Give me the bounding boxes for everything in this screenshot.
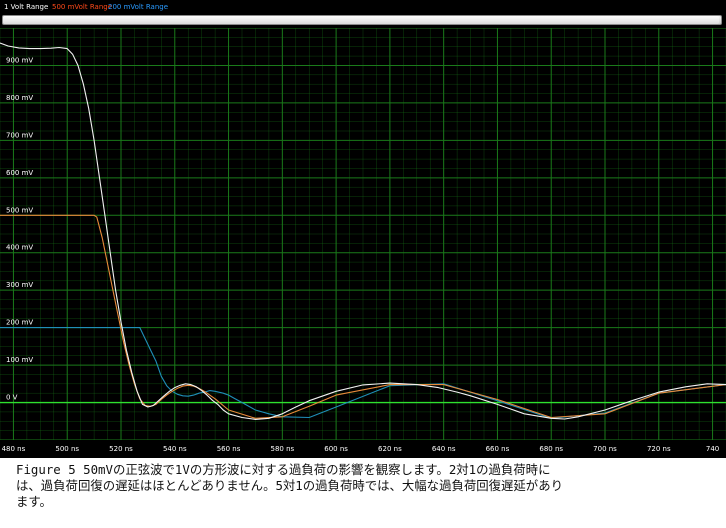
- x-tick-label: 580 ns: [270, 445, 294, 453]
- figure-caption: Figure 5 50mVの正弦波で1Vの方形波に対する過負荷の影響を観察します…: [16, 462, 716, 510]
- x-tick-label: 680 ns: [539, 445, 563, 453]
- oscilloscope-display: 1 Volt Range 500 mVolt Range 200 mVolt R…: [0, 0, 726, 458]
- x-tick-label: 700 ns: [593, 445, 617, 453]
- y-tick-label: 0 V: [6, 394, 18, 402]
- y-tick-label: 500 mV: [6, 206, 33, 214]
- x-tick-label: 740: [706, 445, 719, 453]
- x-tick-label: 480 ns: [2, 445, 26, 453]
- legend-item-500mv: 500 mVolt Range: [52, 3, 113, 11]
- y-tick-label: 800 mV: [6, 94, 33, 102]
- x-tick-label: 720 ns: [647, 445, 671, 453]
- legend: 1 Volt Range 500 mVolt Range 200 mVolt R…: [0, 0, 726, 14]
- y-tick-label: 200 mV: [6, 319, 33, 327]
- x-tick-label: 540 ns: [163, 445, 187, 453]
- x-tick-label: 620 ns: [378, 445, 402, 453]
- scope-plot: 900 mV 800 mV 700 mV 600 mV 500 mV 400 mV 300 …: [0, 28, 726, 458]
- caption-line: Figure 5 50mVの正弦波で1Vの方形波に対する過負荷の影響を観察します…: [16, 462, 551, 477]
- x-tick-label: 640 ns: [432, 445, 456, 453]
- y-tick-label: 100 mV: [6, 356, 33, 364]
- x-tick-label: 660 ns: [486, 445, 510, 453]
- x-tick-label: 520 ns: [109, 445, 133, 453]
- y-tick-label: 900 mV: [6, 56, 33, 64]
- scrollbar-thumb[interactable]: [3, 16, 719, 24]
- legend-item-200mv: 200 mVolt Range: [108, 3, 169, 11]
- y-tick-label: 400 mV: [6, 244, 33, 252]
- x-tick-label: 600 ns: [324, 445, 348, 453]
- y-tick-label: 300 mV: [6, 281, 33, 289]
- x-tick-label: 560 ns: [217, 445, 241, 453]
- x-tick-label: 500 ns: [55, 445, 79, 453]
- caption-line: は、過負荷回復の遅延はほとんどありません。5対1の過負荷時では、大幅な過負荷回復…: [16, 478, 563, 493]
- legend-item-1v: 1 Volt Range: [4, 3, 49, 11]
- y-tick-label: 600 mV: [6, 169, 33, 177]
- caption-line: ます。: [16, 494, 52, 509]
- y-tick-label: 700 mV: [6, 131, 33, 139]
